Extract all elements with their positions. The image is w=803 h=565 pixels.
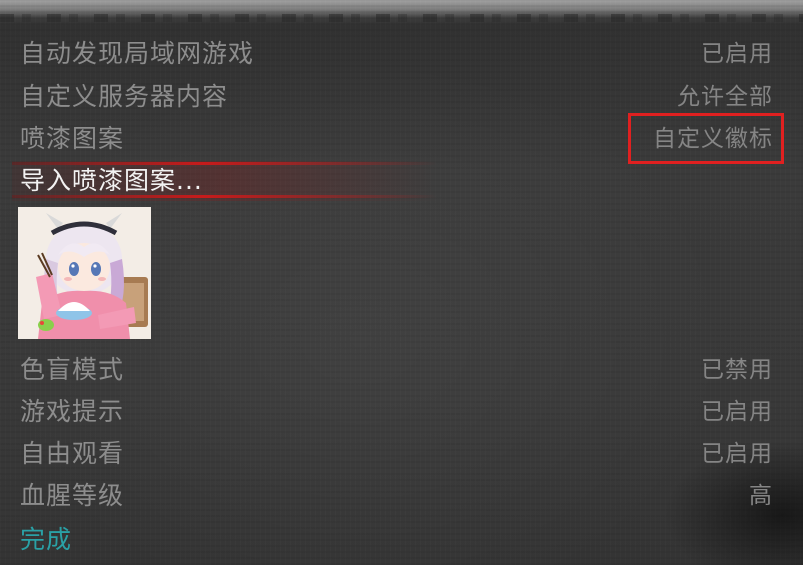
options-screen: 自动发现局域网游戏 已启用 自定义服务器内容 允许全部 喷漆图案 自定义徽标 导…: [0, 0, 803, 565]
done-button[interactable]: 完成: [20, 520, 72, 560]
setting-custom-server-content[interactable]: 自定义服务器内容 允许全部: [0, 77, 803, 117]
setting-gore-level[interactable]: 血腥等级 高: [0, 476, 803, 516]
setting-label: 喷漆图案: [20, 124, 125, 153]
setting-label: 色盲模式: [20, 355, 125, 384]
setting-value[interactable]: 高: [749, 476, 773, 516]
setting-value[interactable]: 已禁用: [701, 350, 773, 390]
anime-girl-spray-icon: [18, 207, 151, 339]
spray-preview-image: [18, 207, 151, 339]
brushed-top-border: [0, 0, 803, 26]
setting-label: 血腥等级: [20, 481, 125, 510]
setting-label: 自动发现局域网游戏: [20, 39, 255, 68]
setting-free-look[interactable]: 自由观看 已启用: [0, 434, 803, 474]
setting-label: 自定义服务器内容: [20, 82, 229, 111]
setting-value[interactable]: 允许全部: [677, 77, 773, 117]
setting-game-hints[interactable]: 游戏提示 已启用: [0, 392, 803, 432]
setting-value[interactable]: 已启用: [701, 392, 773, 432]
setting-label: 导入喷漆图案...: [20, 166, 203, 195]
setting-value[interactable]: 已启用: [701, 434, 773, 474]
setting-label: 游戏提示: [20, 397, 125, 426]
import-spray-button[interactable]: 导入喷漆图案...: [0, 161, 803, 201]
setting-label: 自由观看: [20, 439, 125, 468]
setting-lan-discovery[interactable]: 自动发现局域网游戏 已启用: [0, 34, 803, 74]
setting-colorblind-mode[interactable]: 色盲模式 已禁用: [0, 350, 803, 390]
setting-value[interactable]: 已启用: [701, 34, 773, 74]
annotation-highlight-box: [628, 113, 784, 164]
